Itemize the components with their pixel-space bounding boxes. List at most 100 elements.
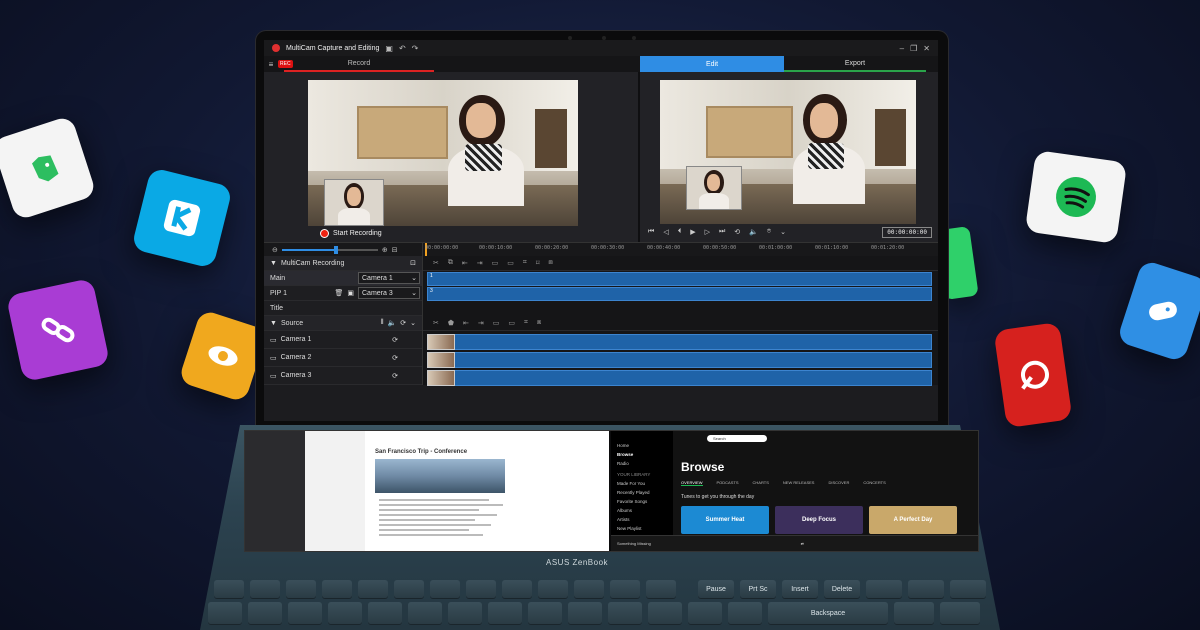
time-ruler[interactable]: 00:00:00:00 00:00:10:00 00:00:20:00 00:0… xyxy=(422,243,938,256)
key[interactable] xyxy=(286,580,316,598)
menu-icon[interactable]: ≡ xyxy=(264,60,278,69)
overlay-icon[interactable]: ▭ xyxy=(508,319,515,327)
tab-discover[interactable]: DISCOVER xyxy=(828,480,849,486)
insert-icon[interactable]: ▭ xyxy=(493,319,500,327)
tab-record[interactable]: Record xyxy=(284,56,434,72)
tab-export[interactable]: Export xyxy=(784,56,926,72)
key-prt-sc[interactable]: Prt Sc xyxy=(740,580,776,598)
rewind-icon[interactable]: ⏴ xyxy=(678,228,682,236)
key[interactable] xyxy=(894,602,934,624)
key[interactable] xyxy=(408,602,442,624)
source-track-area[interactable]: ✂ ⬟ ⇤ ⇥ ▭ ▭ ⌗ ⧈ xyxy=(422,316,938,386)
key[interactable] xyxy=(688,602,722,624)
key[interactable] xyxy=(908,580,944,598)
collapse-icon[interactable]: ▼ xyxy=(270,260,277,267)
zoom-out-icon[interactable]: ⊖ xyxy=(272,246,278,254)
key[interactable] xyxy=(528,602,562,624)
playlist-card[interactable]: A Perfect Day xyxy=(869,506,957,534)
playlist-card[interactable]: Summer Heat xyxy=(681,506,769,534)
spotify-search-input[interactable]: Search xyxy=(707,435,767,442)
pip-camera-select[interactable]: Camera 3 ⌄ xyxy=(358,287,420,299)
nav-item[interactable]: Artists xyxy=(617,517,667,522)
save-icon[interactable]: ▣ xyxy=(385,44,393,53)
key-insert[interactable]: Insert xyxy=(782,580,818,598)
key[interactable] xyxy=(214,580,244,598)
tab-concerts[interactable]: CONCERTS xyxy=(863,480,885,486)
nav-item[interactable]: Home xyxy=(617,443,667,448)
key[interactable] xyxy=(358,580,388,598)
marker-icon[interactable]: ⌑ xyxy=(536,259,540,267)
playlist-card[interactable]: Deep Focus xyxy=(775,506,863,534)
zoom-slider[interactable] xyxy=(281,245,378,254)
step-forward-icon[interactable]: ▷ xyxy=(705,228,710,236)
key-backspace[interactable]: Backspace xyxy=(768,602,888,624)
skip-start-icon[interactable]: ⏮ xyxy=(648,228,654,236)
split-icon[interactable]: ⧉ xyxy=(448,259,453,267)
fx-icon[interactable]: ⧈ xyxy=(548,259,552,267)
key[interactable] xyxy=(728,602,762,624)
trim-start-icon[interactable]: ⇤ xyxy=(463,319,469,327)
play-icon[interactable]: ▶ xyxy=(690,228,695,236)
key[interactable] xyxy=(328,602,362,624)
collapse-icon[interactable]: ▼ xyxy=(270,320,277,327)
sync-icon[interactable]: ⟳ xyxy=(400,319,406,327)
source-clip-1[interactable] xyxy=(427,334,932,350)
fit-timeline-icon[interactable]: ⊟ xyxy=(392,246,398,254)
key[interactable] xyxy=(322,580,352,598)
nav-item[interactable]: Radio xyxy=(617,461,667,466)
key[interactable] xyxy=(288,602,322,624)
tab-podcasts[interactable]: PODCASTS xyxy=(717,480,739,486)
settings-icon[interactable]: ⊡ xyxy=(410,259,416,267)
key[interactable] xyxy=(488,602,522,624)
marker-icon[interactable]: ⬟ xyxy=(448,319,454,327)
trim-start-icon[interactable]: ⇤ xyxy=(462,259,468,267)
trim-end-icon[interactable]: ⇥ xyxy=(477,259,483,267)
key[interactable] xyxy=(648,602,682,624)
sync-icon[interactable]: ⟳ xyxy=(392,354,398,362)
source-clip-3[interactable] xyxy=(427,370,932,386)
crop-icon[interactable]: ⌗ xyxy=(524,319,528,327)
key-pause[interactable]: Pause xyxy=(698,580,734,598)
key[interactable] xyxy=(448,602,482,624)
sync-icon[interactable]: ⟳ xyxy=(392,372,398,380)
nav-item[interactable]: New Playlist xyxy=(617,526,667,531)
crop-icon[interactable]: ⌗ xyxy=(523,259,527,267)
step-back-icon[interactable]: ◁ xyxy=(663,228,668,236)
tab-edit[interactable]: Edit xyxy=(640,56,784,72)
fx-icon[interactable]: ⧈ xyxy=(537,319,541,327)
overlay-icon[interactable]: ▭ xyxy=(507,259,514,267)
key[interactable] xyxy=(430,580,460,598)
pip-clip[interactable]: 3 xyxy=(427,287,932,301)
tab-new-releases[interactable]: NEW RELEASES xyxy=(783,480,815,486)
key[interactable] xyxy=(250,580,280,598)
minimize-icon[interactable]: – xyxy=(900,44,904,53)
key[interactable] xyxy=(466,580,496,598)
restore-icon[interactable]: ❐ xyxy=(910,44,917,53)
key[interactable] xyxy=(574,580,604,598)
nav-item[interactable]: Recently Played xyxy=(617,490,667,495)
cut-icon[interactable]: ✂ xyxy=(433,319,439,327)
zoom-in-icon[interactable]: ⊕ xyxy=(382,246,388,254)
play-icon[interactable]: ⏯ xyxy=(801,541,804,546)
key[interactable] xyxy=(608,602,642,624)
insert-icon[interactable]: ▭ xyxy=(492,259,499,267)
key[interactable] xyxy=(208,602,242,624)
nav-item[interactable]: Made For You xyxy=(617,481,667,486)
key[interactable] xyxy=(646,580,676,598)
loop-icon[interactable]: ⟲ xyxy=(734,228,740,236)
start-recording-button[interactable]: Start Recording xyxy=(320,229,382,238)
key[interactable] xyxy=(368,602,402,624)
source-clip-2[interactable] xyxy=(427,352,932,368)
pip-layout-icon[interactable]: ▣ xyxy=(347,289,354,297)
multicam-track-area[interactable]: ✂ ⧉ ⇤ ⇥ ▭ ▭ ⌗ ⌑ ⧈ 1 3 xyxy=(422,256,938,316)
volume-icon[interactable]: 🔈 xyxy=(388,319,397,327)
key[interactable] xyxy=(610,580,640,598)
main-camera-select[interactable]: Camera 1 ⌄ xyxy=(358,272,420,284)
key[interactable] xyxy=(394,580,424,598)
key[interactable] xyxy=(940,602,980,624)
chevron-down-icon[interactable]: ⌄ xyxy=(780,228,786,236)
redo-icon[interactable]: ↷ xyxy=(412,44,419,53)
trim-end-icon[interactable]: ⇥ xyxy=(478,319,484,327)
key[interactable] xyxy=(568,602,602,624)
main-clip[interactable]: 1 xyxy=(427,272,932,286)
